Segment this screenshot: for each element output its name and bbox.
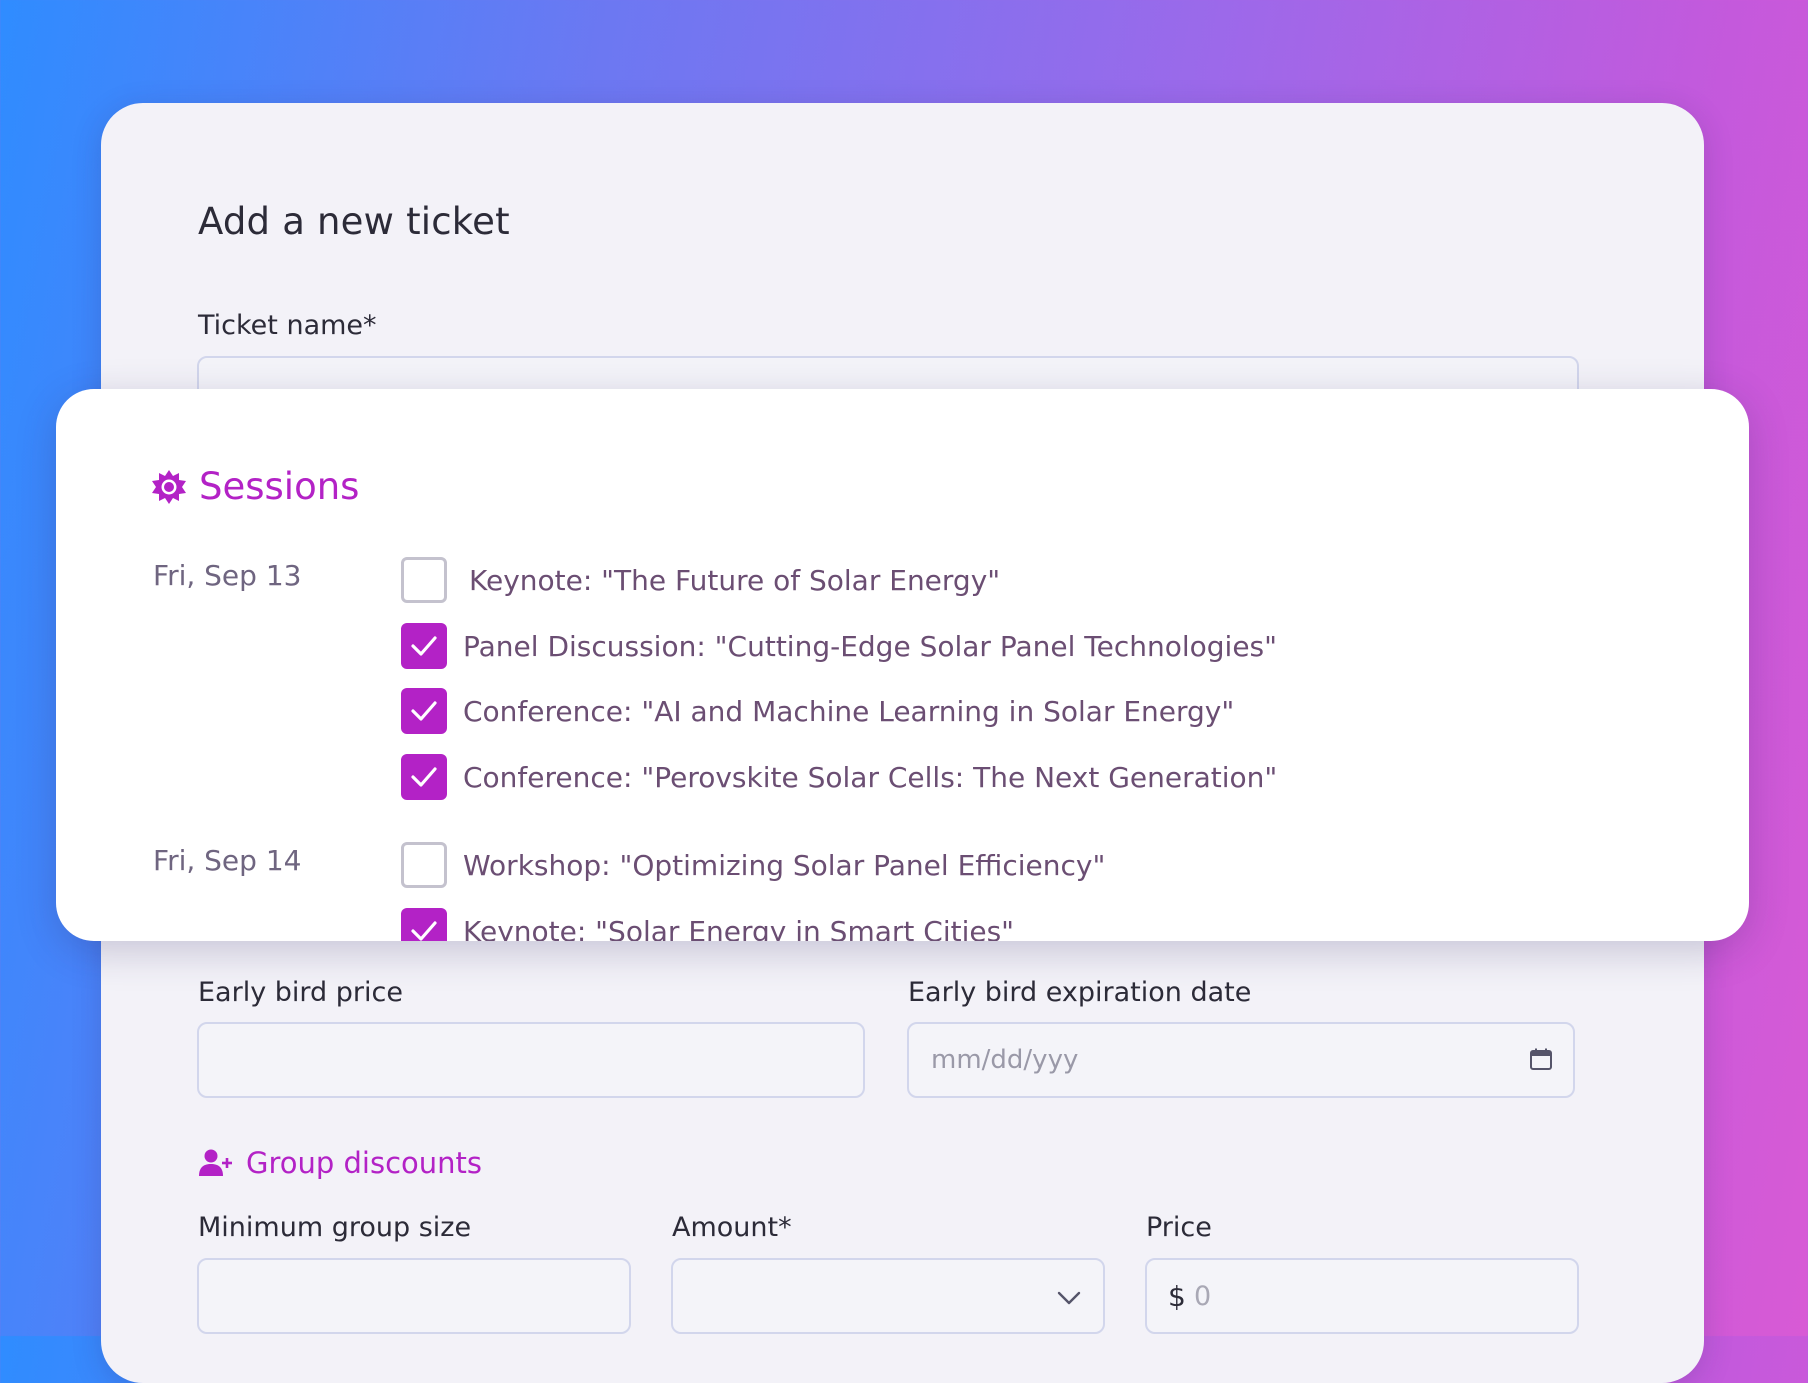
sessions-title: Sessions [199,465,360,508]
session-label: Conference: "AI and Machine Learning in … [463,694,1235,728]
session-label: Conference: "Perovskite Solar Cells: The… [463,760,1278,794]
sessions-header: Sessions [151,465,359,508]
ticket-name-label: Ticket name* [198,310,377,341]
session-label: Keynote: "Solar Energy in Smart Cities" [463,914,1015,942]
session-item[interactable]: Conference: "AI and Machine Learning in … [401,688,1234,734]
calendar-icon[interactable] [1529,1047,1553,1071]
session-checkbox[interactable] [401,908,447,941]
early-bird-expiration-input[interactable] [909,1024,1573,1096]
session-checkbox[interactable] [401,842,447,888]
session-label: Panel Discussion: "Cutting-Edge Solar Pa… [463,629,1278,663]
early-bird-expiration-label: Early bird expiration date [908,977,1252,1008]
price-label: Price [1146,1212,1212,1243]
session-item[interactable]: Panel Discussion: "Cutting-Edge Solar Pa… [401,623,1277,669]
session-label: Workshop: "Optimizing Solar Panel Effici… [463,848,1106,882]
checkmark-icon [411,767,437,787]
early-bird-price-input[interactable] [199,1024,863,1096]
session-checkbox[interactable] [401,623,447,669]
session-item[interactable]: Conference: "Perovskite Solar Cells: The… [401,754,1277,800]
session-item[interactable]: Keynote: "Solar Energy in Smart Cities" [401,908,1014,941]
session-item[interactable]: Keynote: "The Future of Solar Energy" [401,557,1000,603]
session-label: Keynote: "The Future of Solar Energy" [469,563,1001,597]
session-checkbox[interactable] [401,557,447,603]
session-checkbox[interactable] [401,754,447,800]
amount-label: Amount* [672,1212,792,1243]
group-discounts-header: Group discounts [198,1146,482,1180]
early-bird-price-label: Early bird price [198,977,403,1008]
min-group-size-input[interactable] [199,1260,629,1332]
sessions-card: Sessions Fri, Sep 13 Keynote: "The Futur… [56,389,1749,941]
page-title: Add a new ticket [198,200,510,243]
min-group-size-label: Minimum group size [198,1212,472,1243]
chevron-down-icon[interactable] [1055,1290,1083,1306]
checkmark-icon [411,921,437,941]
group-discounts-title: Group discounts [246,1146,483,1180]
sun-gear-icon [152,469,186,504]
min-group-size-field[interactable] [197,1258,631,1334]
session-date: Fri, Sep 14 [153,844,302,877]
price-placeholder[interactable]: 0 [1194,1281,1211,1312]
add-user-icon [199,1149,232,1176]
amount-select[interactable] [671,1258,1105,1334]
session-item[interactable]: Workshop: "Optimizing Solar Panel Effici… [401,842,1105,888]
checkmark-icon [411,636,437,656]
checkmark-icon [411,701,437,721]
session-checkbox[interactable] [401,688,447,734]
session-date: Fri, Sep 13 [153,559,302,592]
early-bird-price-field[interactable] [197,1022,865,1098]
early-bird-expiration-field[interactable] [907,1022,1575,1098]
price-currency: $ [1168,1280,1186,1313]
